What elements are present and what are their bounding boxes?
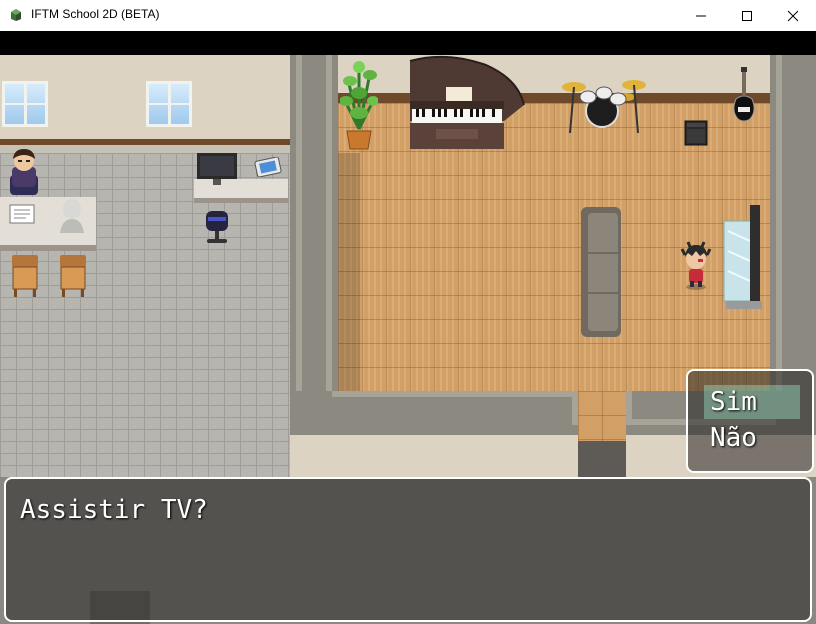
minimize-button[interactable] xyxy=(678,0,724,31)
teacher-character[interactable] xyxy=(4,145,44,197)
grand-piano-icon[interactable] xyxy=(406,55,530,151)
window-title: IFTM School 2D (BETA) xyxy=(31,7,160,21)
choice-nao[interactable]: Não xyxy=(704,421,800,455)
tablet-icon xyxy=(254,157,282,177)
guitar-icon[interactable] xyxy=(730,67,758,125)
map-edge xyxy=(0,31,816,55)
amplifier-icon xyxy=(684,120,708,146)
chair-icon xyxy=(12,255,38,297)
sofa-icon[interactable] xyxy=(580,207,622,337)
music-room-wall xyxy=(338,55,770,95)
papers-icon xyxy=(9,204,35,224)
minimize-icon xyxy=(696,15,706,16)
maximize-icon xyxy=(742,10,752,21)
monitor-icon[interactable] xyxy=(196,151,238,187)
title-bar: IFTM School 2D (BETA) xyxy=(0,0,816,32)
choice-window: Sim Não xyxy=(686,369,814,473)
potted-plant-icon xyxy=(340,61,378,150)
music-room-bottom-wall xyxy=(290,391,578,435)
window-icon xyxy=(2,81,48,127)
wall-baseboard xyxy=(338,93,770,103)
close-icon xyxy=(787,10,799,21)
chair-icon xyxy=(60,255,86,297)
player-character[interactable] xyxy=(680,241,712,291)
hallway-wall xyxy=(290,435,578,477)
message-text: Assistir TV? xyxy=(20,495,208,525)
office-chair-icon xyxy=(206,211,228,243)
message-window[interactable]: Assistir TV? xyxy=(4,477,812,622)
floor-shadow xyxy=(338,153,360,391)
window-icon xyxy=(146,81,192,127)
wall-trim xyxy=(326,55,332,427)
wall-trim xyxy=(332,391,572,397)
maximize-button[interactable] xyxy=(724,0,770,31)
bust-statue-icon xyxy=(60,199,84,233)
drum-kit-icon[interactable] xyxy=(558,75,648,135)
wall-trim xyxy=(296,55,302,435)
app-icon xyxy=(11,9,21,21)
close-button[interactable] xyxy=(770,0,816,31)
choice-sim[interactable]: Sim xyxy=(704,385,800,419)
doorway xyxy=(578,441,626,481)
doorway-floor xyxy=(578,391,626,441)
game-viewport[interactable]: Sim Não Assistir TV? xyxy=(0,31,816,624)
tv-icon[interactable] xyxy=(722,201,768,313)
